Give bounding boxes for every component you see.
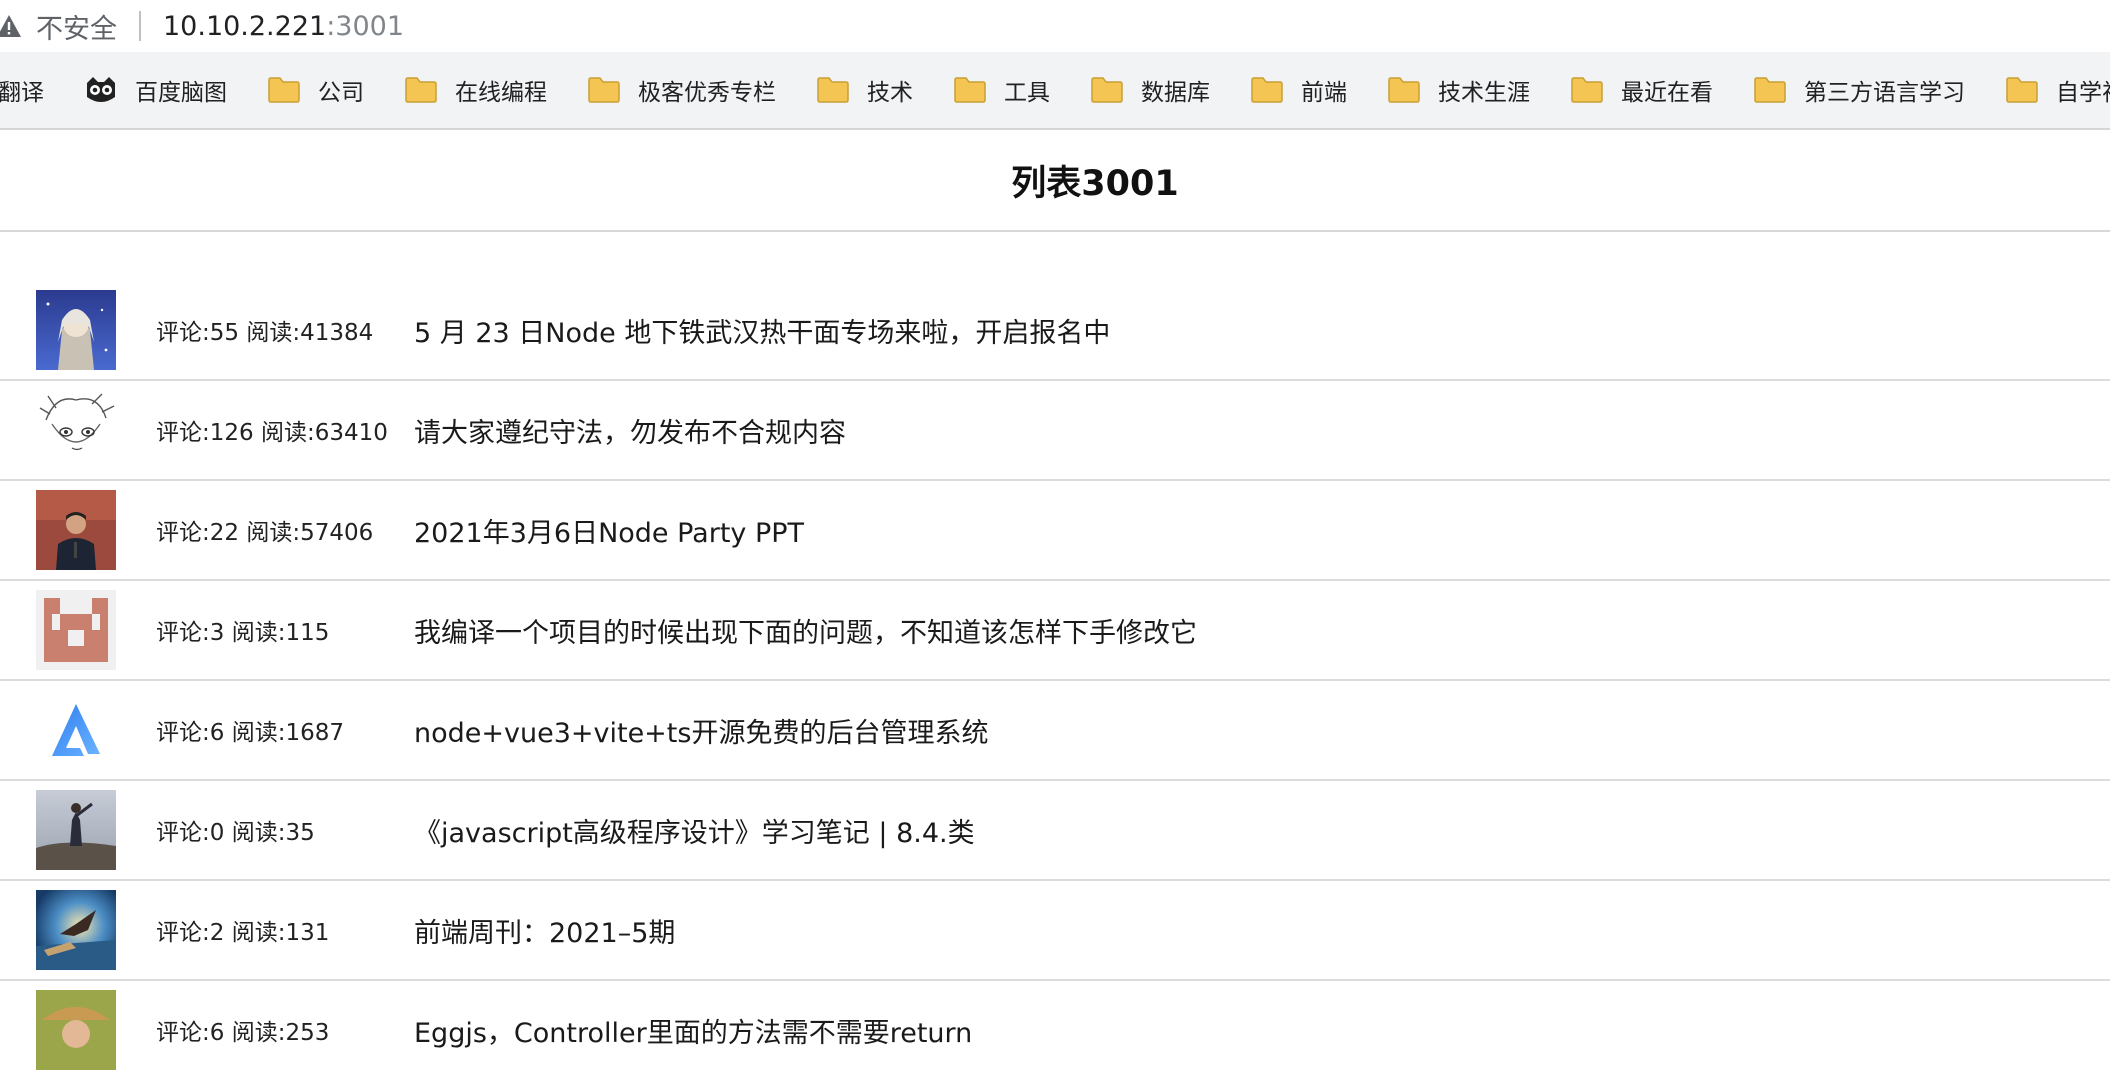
bookmarks-bar: 翻译 百度脑图 公司 在线编程 极客优秀专栏 技术 工具 数据库 前端 技术生涯 (0, 52, 2110, 130)
list-item[interactable]: 评论:126 阅读:63410 请大家遵纪守法，勿发布不合规内容 (0, 381, 2110, 481)
url-host[interactable]: 10.10.2.221 (163, 11, 326, 42)
item-title-link[interactable]: 我编译一个项目的时候出现下面的问题，不知道该怎样下手修改它 (414, 611, 1197, 650)
item-title-link[interactable]: 前端周刊：2021–5期 (414, 911, 675, 950)
item-title-link[interactable]: 5 月 23 日Node 地下铁武汉热干面专场来啦，开启报名中 (414, 311, 1110, 350)
folder-icon (1250, 76, 1284, 104)
hat-photo-icon[interactable] (36, 990, 116, 1070)
list-item[interactable]: 评论:3 阅读:115 我编译一个项目的时候出现下面的问题，不知道该怎样下手修改… (0, 581, 2110, 681)
bookmark-folder-self-study[interactable]: 自学视频 (2005, 73, 2110, 107)
bookmark-label: 在线编程 (455, 80, 547, 106)
bookmark-label: 翻译 (0, 80, 44, 106)
security-label[interactable]: 不安全 (36, 7, 117, 46)
bookmark-label: 技术生涯 (1438, 80, 1530, 106)
bookmark-baidu-naotu[interactable]: 百度脑图 (84, 73, 227, 107)
bookmark-folder-geek-columns[interactable]: 极客优秀专栏 (587, 73, 776, 107)
owl-icon (84, 73, 118, 107)
topic-list: 评论:55 阅读:41384 5 月 23 日Node 地下铁武汉热干面专场来啦… (0, 281, 2110, 1079)
bookmark-label: 极客优秀专栏 (638, 80, 776, 106)
bookmark-label: 公司 (318, 80, 364, 106)
item-title-link[interactable]: node+vue3+vite+ts开源免费的后台管理系统 (414, 711, 988, 750)
item-stats: 评论:6 阅读:1687 (156, 720, 344, 746)
folder-icon (1387, 76, 1421, 104)
bird-photo-icon[interactable] (36, 890, 116, 970)
item-stats: 评论:6 阅读:253 (156, 1020, 330, 1046)
triangle-logo-icon[interactable] (36, 690, 116, 770)
bookmark-folder-tech-career[interactable]: 技术生涯 (1387, 73, 1530, 107)
warning-icon[interactable] (0, 13, 22, 39)
url-port[interactable]: :3001 (326, 11, 404, 42)
rock-photo-icon[interactable] (36, 790, 116, 870)
bookmark-label: 技术 (867, 80, 913, 106)
anime-avatar-icon[interactable] (36, 290, 116, 370)
list-item[interactable]: 评论:55 阅读:41384 5 月 23 日Node 地下铁武汉热干面专场来啦… (0, 281, 2110, 381)
bookmark-label: 自学视频 (2056, 80, 2110, 106)
folder-icon (1753, 76, 1787, 104)
item-stats: 评论:126 阅读:63410 (156, 420, 388, 446)
folder-icon (404, 76, 438, 104)
sketch-avatar-icon[interactable] (36, 390, 116, 470)
bookmark-label: 第三方语言学习 (1804, 80, 1965, 106)
item-stats: 评论:55 阅读:41384 (156, 320, 374, 346)
folder-icon (1570, 76, 1604, 104)
folder-icon (587, 76, 621, 104)
folder-icon (2005, 76, 2039, 104)
folder-icon (953, 76, 987, 104)
bookmark-label: 工具 (1004, 80, 1050, 106)
identicon-icon[interactable] (36, 590, 116, 670)
bookmark-folder-languages[interactable]: 第三方语言学习 (1753, 73, 1965, 107)
bookmark-folder-database[interactable]: 数据库 (1090, 73, 1210, 107)
bookmark-folder-frontend[interactable]: 前端 (1250, 73, 1347, 107)
item-stats: 评论:0 阅读:35 (156, 820, 315, 846)
bookmark-label: 数据库 (1141, 80, 1210, 106)
list-item[interactable]: 评论:6 阅读:1687 node+vue3+vite+ts开源免费的后台管理系… (0, 681, 2110, 781)
folder-icon (1090, 76, 1124, 104)
list-item[interactable]: 评论:0 阅读:35 《javascript高级程序设计》学习笔记 | 8.4.… (0, 781, 2110, 881)
bookmark-folder-recent[interactable]: 最近在看 (1570, 73, 1713, 107)
item-stats: 评论:3 阅读:115 (156, 620, 330, 646)
item-title-link[interactable]: Eggjs，Controller里面的方法需不需要return (414, 1011, 972, 1050)
folder-icon (267, 76, 301, 104)
bookmark-translate[interactable]: 翻译 (0, 73, 44, 107)
bookmark-label: 百度脑图 (135, 80, 227, 106)
list-item[interactable]: 评论:22 阅读:57406 2021年3月6日Node Party PPT (0, 481, 2110, 581)
folder-icon (816, 76, 850, 104)
page-header: 列表3001 (0, 130, 2110, 232)
item-stats: 评论:2 阅读:131 (156, 920, 330, 946)
item-title-link[interactable]: 2021年3月6日Node Party PPT (414, 511, 804, 550)
item-title-link[interactable]: 《javascript高级程序设计》学习笔记 | 8.4.类 (414, 811, 975, 850)
list-item[interactable]: 评论:2 阅读:131 前端周刊：2021–5期 (0, 881, 2110, 981)
bookmark-folder-tech[interactable]: 技术 (816, 73, 913, 107)
bookmark-folder-company[interactable]: 公司 (267, 73, 364, 107)
list-item[interactable]: 评论:6 阅读:253 Eggjs，Controller里面的方法需不需要ret… (0, 981, 2110, 1079)
bookmark-label: 最近在看 (1621, 80, 1713, 106)
bookmark-label: 前端 (1301, 80, 1347, 106)
item-stats: 评论:22 阅读:57406 (156, 520, 374, 546)
address-bar[interactable]: 不安全 10.10.2.221:3001 (0, 0, 2110, 52)
page-title: 列表3001 (1011, 163, 1179, 204)
speaker-photo-icon[interactable] (36, 490, 116, 570)
address-divider (139, 11, 141, 41)
item-title-link[interactable]: 请大家遵纪守法，勿发布不合规内容 (414, 411, 846, 450)
bookmark-folder-tools[interactable]: 工具 (953, 73, 1050, 107)
bookmark-folder-online-coding[interactable]: 在线编程 (404, 73, 547, 107)
